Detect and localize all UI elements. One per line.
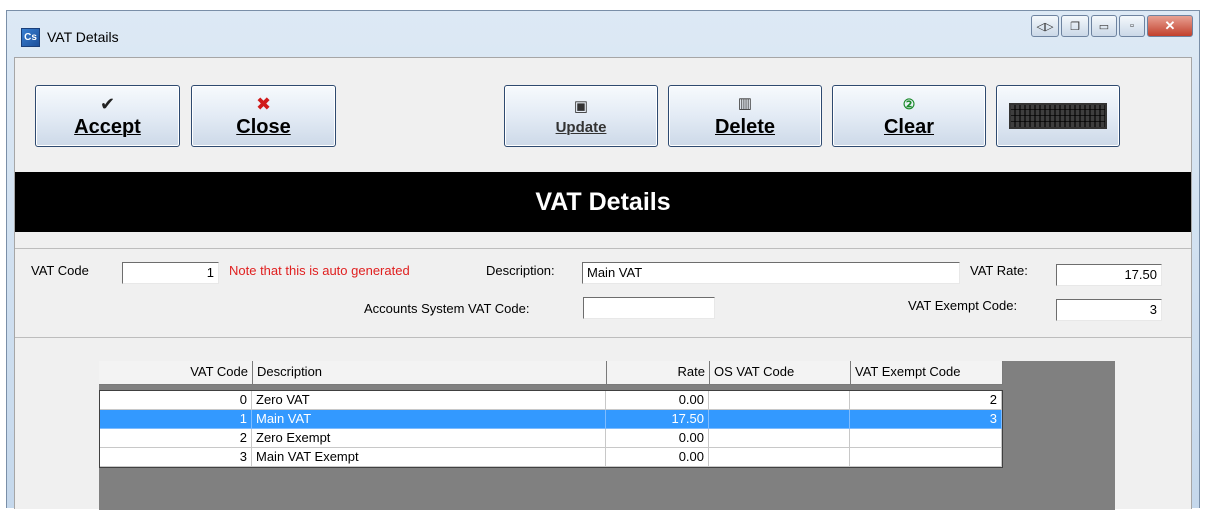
extra-button-1[interactable]: ◁▷ [1031,15,1059,37]
vat-exempt-code-label: VAT Exempt Code: [908,298,1018,313]
description-field[interactable]: Main VAT [582,262,960,284]
keyboard-icon [1009,103,1107,129]
column-header-vat-code[interactable]: VAT Code [99,361,253,385]
vat-rate-field[interactable]: 17.50 [1056,264,1162,286]
cell-os-vat-code [709,391,850,410]
cell-vat-exempt-code [850,429,1002,448]
cell-description: Zero VAT [252,391,606,410]
vat-details-window: Cs VAT Details ◁▷ ❐ ▭ ▫ ✕ ✔ Accept ✖ Clo… [6,10,1200,510]
cell-os-vat-code [709,410,850,429]
auto-generated-note: Note that this is auto generated [229,263,410,278]
cell-os-vat-code [709,448,850,467]
column-header-os-vat-code[interactable]: OS VAT Code [710,361,851,385]
maximize-icon: ▫ [1130,20,1134,32]
table-row-selected[interactable]: 1 Main VAT 17.50 3 [100,410,1002,429]
trash-can-icon: ▥ [737,94,753,112]
cell-description: Main VAT Exempt [252,448,606,467]
x-icon: ✖ [255,93,272,114]
cell-rate: 0.00 [606,429,709,448]
vat-form: VAT Code 1 Note that this is auto genera… [15,248,1191,338]
table-row[interactable]: 2 Zero Exempt 0.00 [100,429,1002,448]
window-controls: ◁▷ ❐ ▭ ▫ ✕ [1031,15,1193,41]
cell-vat-code: 1 [100,410,252,429]
cell-os-vat-code [709,429,850,448]
vat-code-label: VAT Code [31,263,89,278]
delete-button[interactable]: ▥ Delete [668,85,822,147]
cell-vat-code: 2 [100,429,252,448]
clear-page-icon: ② [902,95,916,112]
keyboard-button[interactable] [996,85,1120,147]
clear-button[interactable]: ② Clear [832,85,986,147]
update-label: Update [555,118,607,136]
app-icon: Cs [21,28,40,47]
clear-label: Clear [883,115,935,138]
copy-icon: ❐ [1070,20,1080,33]
cell-vat-exempt-code [850,448,1002,467]
close-label: Close [236,115,291,138]
grid-body: 0 Zero VAT 0.00 2 1 Main VAT 17.50 3 2 Z… [99,390,1003,468]
cell-rate: 17.50 [606,410,709,429]
floppy-disk-icon: ▣ [573,97,589,115]
minimize-button[interactable]: ▭ [1091,15,1117,37]
accounts-vat-code-label: Accounts System VAT Code: [364,301,530,316]
column-header-rate[interactable]: Rate [607,361,710,385]
cell-rate: 0.00 [606,448,709,467]
vat-exempt-code-field[interactable]: 3 [1056,299,1162,321]
cell-vat-code: 0 [100,391,252,410]
check-icon: ✔ [99,93,116,114]
title-bar[interactable]: Cs VAT Details ◁▷ ❐ ▭ ▫ ✕ [7,11,1199,57]
cell-vat-exempt-code: 3 [850,410,1002,429]
cell-vat-code: 3 [100,448,252,467]
page-title: VAT Details [15,172,1191,232]
cell-vat-exempt-code: 2 [850,391,1002,410]
window-title: VAT Details [47,29,119,45]
maximize-button[interactable]: ▫ [1119,15,1145,37]
arrows-icon: ◁▷ [1036,20,1054,33]
accept-label: Accept [74,115,141,138]
cell-rate: 0.00 [606,391,709,410]
cell-description: Zero Exempt [252,429,606,448]
close-icon: ✕ [1164,18,1176,33]
accounts-vat-code-field[interactable] [583,297,715,319]
accept-button[interactable]: ✔ Accept [35,85,180,147]
description-label: Description: [486,263,555,278]
column-header-vat-exempt-code[interactable]: VAT Exempt Code [851,361,1003,385]
vat-rate-label: VAT Rate: [970,263,1028,278]
table-row[interactable]: 3 Main VAT Exempt 0.00 [100,448,1002,467]
delete-label: Delete [714,115,776,138]
close-button[interactable]: ✖ Close [191,85,336,147]
grid-header: VAT Code Description Rate OS VAT Code VA… [99,361,1003,385]
close-window-button[interactable]: ✕ [1147,15,1193,37]
cell-description: Main VAT [252,410,606,429]
table-row[interactable]: 0 Zero VAT 0.00 2 [100,391,1002,410]
vat-grid[interactable]: VAT Code Description Rate OS VAT Code VA… [99,361,1115,510]
extra-button-2[interactable]: ❐ [1061,15,1089,37]
update-button[interactable]: ▣ Update [504,85,658,147]
vat-code-field[interactable]: 1 [122,262,219,284]
column-header-description[interactable]: Description [253,361,607,385]
toolbar: ✔ Accept ✖ Close ▣ Update ▥ Delete ② Cle… [15,58,1191,172]
minimize-icon: ▭ [1098,20,1110,33]
client-area: ✔ Accept ✖ Close ▣ Update ▥ Delete ② Cle… [14,57,1192,510]
